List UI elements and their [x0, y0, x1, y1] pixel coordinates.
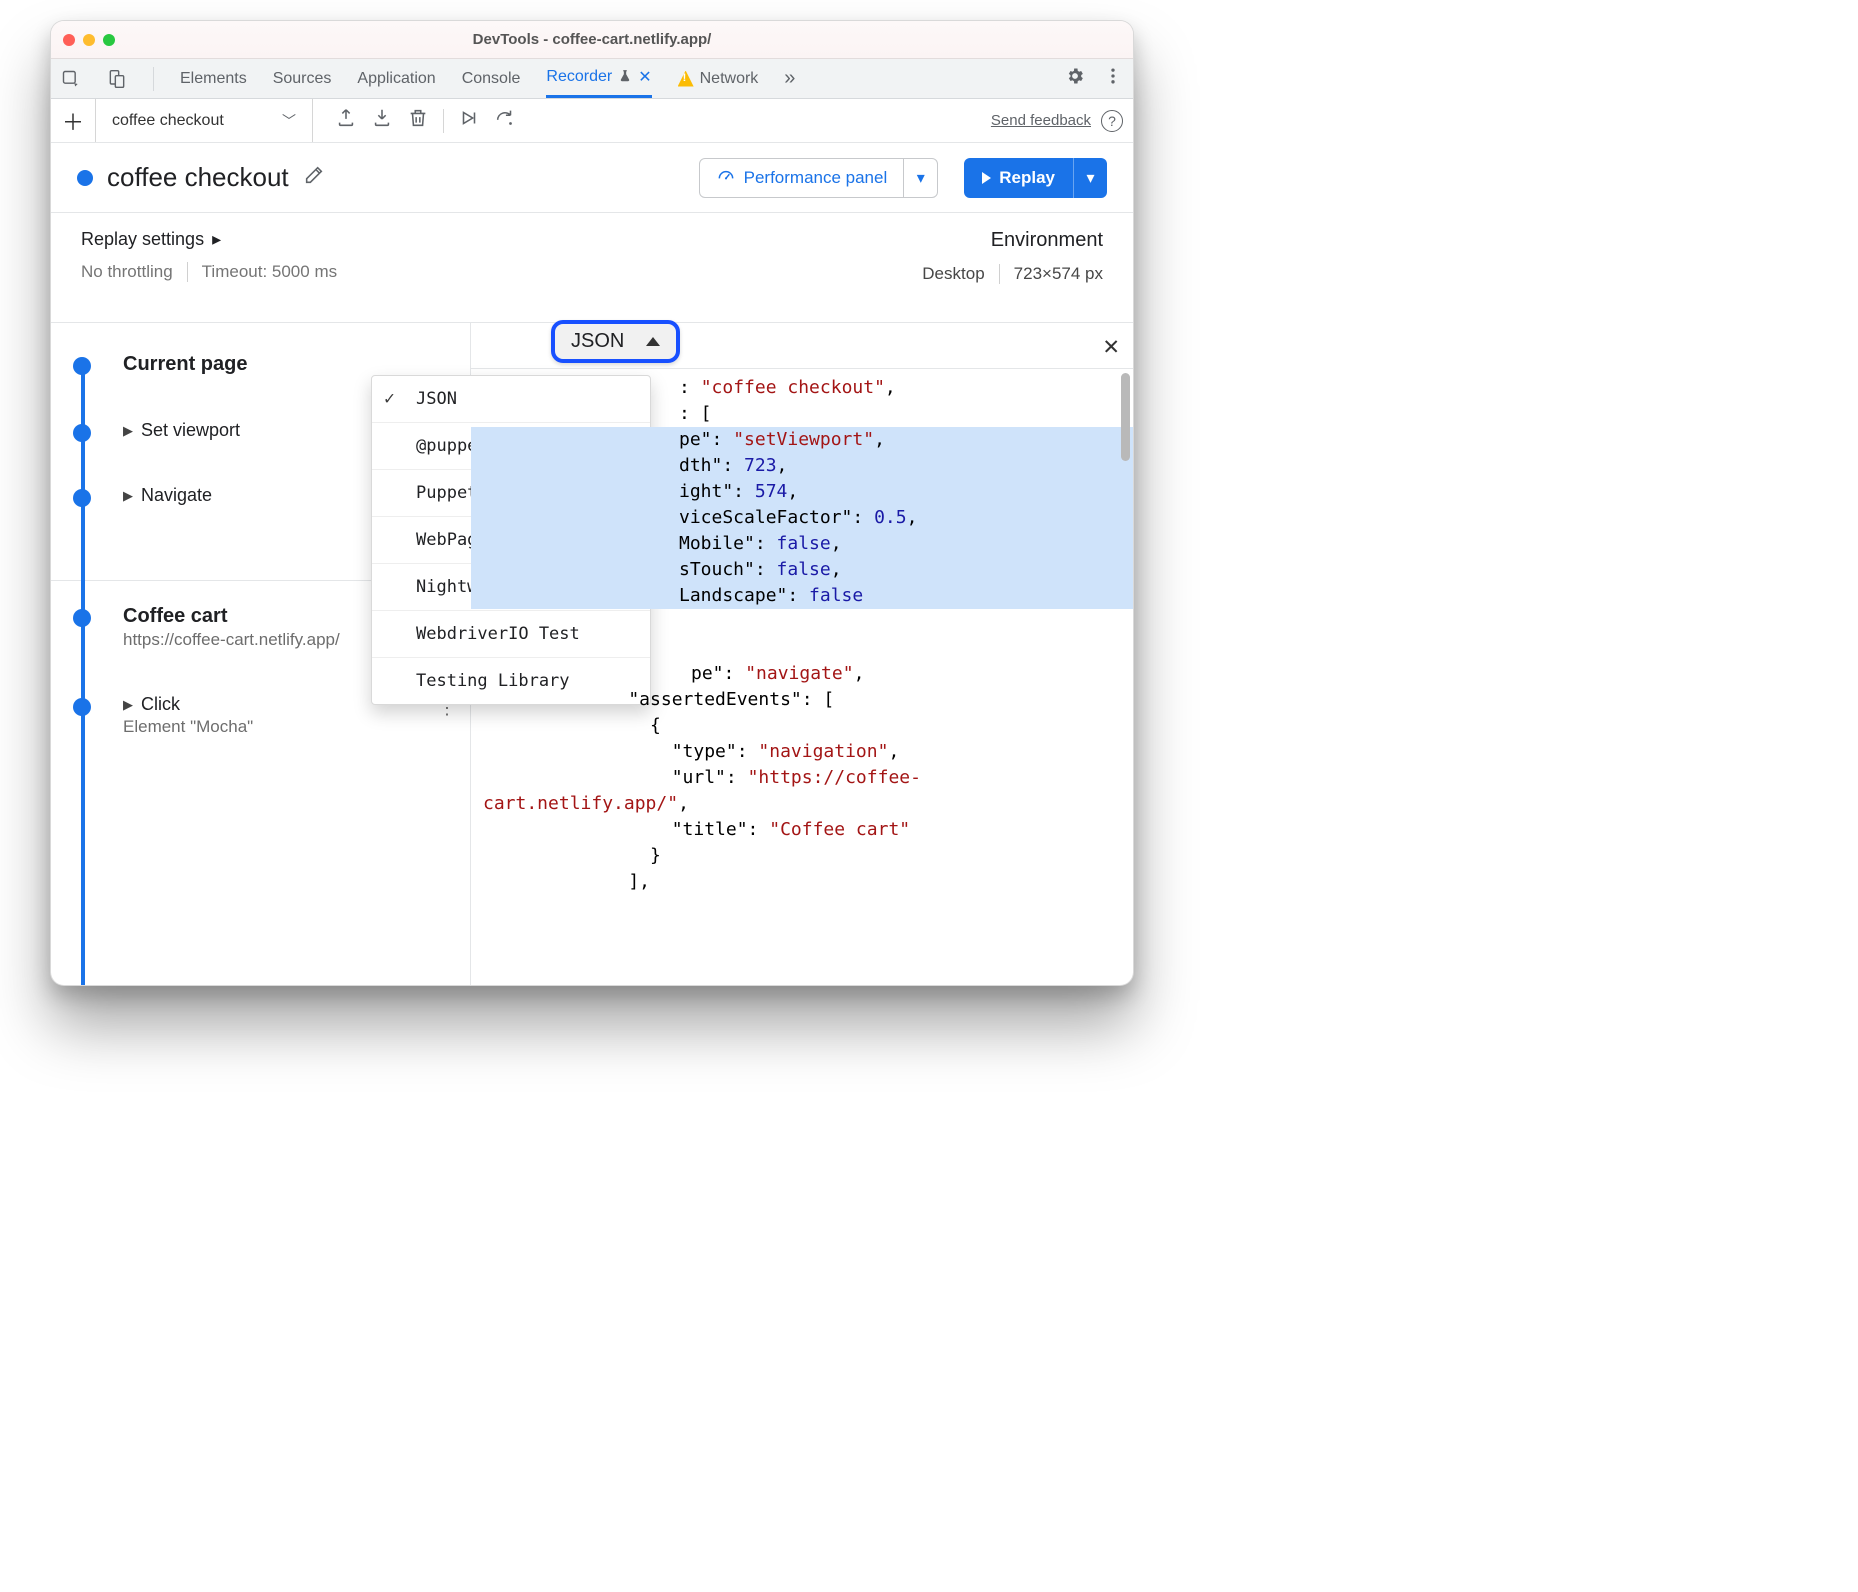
- expand-icon: ▶: [123, 697, 133, 713]
- recording-title: coffee checkout: [107, 162, 289, 193]
- tab-close-icon[interactable]: ✕: [638, 67, 651, 87]
- step-sublabel: Element "Mocha": [123, 717, 456, 737]
- perf-panel-dropdown[interactable]: ▾: [903, 159, 937, 197]
- replay-settings-heading[interactable]: Replay settings▸: [81, 229, 337, 250]
- recording-select[interactable]: coffee checkout ﹀: [95, 99, 313, 142]
- env-device: Desktop: [922, 264, 984, 284]
- device-toggle-icon[interactable]: [107, 69, 127, 89]
- step-label: Current page: [123, 353, 456, 376]
- tab-application[interactable]: Application: [357, 59, 435, 98]
- close-icon[interactable]: ✕: [1103, 333, 1119, 359]
- replay-button[interactable]: Replay ▾: [964, 158, 1107, 198]
- tab-network-label: Network: [700, 70, 759, 88]
- settings-icon[interactable]: [1065, 66, 1085, 91]
- environment-heading: Environment: [991, 229, 1103, 252]
- recording-status-dot: [77, 170, 93, 186]
- warning-icon: [678, 71, 694, 87]
- step-icon[interactable]: [494, 107, 516, 134]
- recorder-toolbar: ＋ coffee checkout ﹀ Send feedback ?: [51, 99, 1133, 143]
- help-icon[interactable]: ?: [1101, 110, 1123, 132]
- window-max[interactable]: [103, 34, 115, 46]
- window-title: DevTools - coffee-cart.netlify.app/: [473, 31, 712, 48]
- gauge-icon: [716, 165, 736, 190]
- flask-icon: [618, 69, 632, 86]
- code-editor[interactable]: : "coffee checkout", : [ pe": "setViewpo…: [471, 369, 1133, 985]
- step-label: Navigate: [141, 485, 212, 506]
- code-pane: ✕ ✓JSON @puppeteer/replay Puppeteer WebP…: [471, 323, 1133, 985]
- step-label: Click: [141, 694, 180, 715]
- expand-icon: ▶: [123, 488, 133, 504]
- recording-select-label: coffee checkout: [112, 112, 224, 130]
- tab-console[interactable]: Console: [462, 59, 521, 98]
- tab-elements[interactable]: Elements: [180, 59, 247, 98]
- delete-icon[interactable]: [407, 107, 429, 134]
- scrollbar[interactable]: [1121, 373, 1130, 461]
- replay-settings-row: Replay settings▸ No throttling Timeout: …: [51, 213, 1133, 323]
- tab-sources[interactable]: Sources: [273, 59, 332, 98]
- tab-recorder-label: Recorder: [546, 68, 612, 86]
- check-icon: ✓: [384, 386, 395, 412]
- window-min[interactable]: [83, 34, 95, 46]
- timeout-value: Timeout: 5000 ms: [202, 262, 337, 282]
- tab-recorder[interactable]: Recorder ✕: [546, 59, 651, 98]
- throttling-value: No throttling: [81, 262, 173, 282]
- new-recording-icon[interactable]: ＋: [61, 105, 85, 137]
- window-close[interactable]: [63, 34, 75, 46]
- expand-icon: ▶: [123, 423, 133, 439]
- chevron-right-icon: ▸: [212, 229, 221, 250]
- edit-icon[interactable]: [303, 164, 325, 191]
- replay-label: Replay: [999, 168, 1055, 188]
- kebab-menu-icon[interactable]: [1103, 66, 1123, 91]
- inspect-icon[interactable]: [61, 69, 81, 89]
- recording-header: coffee checkout Performance panel ▾ Repl…: [51, 143, 1133, 213]
- play-icon: [982, 172, 991, 184]
- replay-dropdown[interactable]: ▾: [1073, 158, 1107, 198]
- step-label: Set viewport: [141, 420, 240, 441]
- perf-panel-label: Performance panel: [744, 168, 888, 188]
- chevron-down-icon: ﹀: [282, 111, 296, 131]
- devtools-tabbar: Elements Sources Application Console Rec…: [51, 59, 1133, 99]
- export-icon[interactable]: [335, 107, 357, 134]
- feedback-link[interactable]: Send feedback: [991, 112, 1091, 129]
- tabs-more-icon[interactable]: »: [784, 67, 795, 90]
- tab-network[interactable]: Network: [678, 59, 759, 98]
- env-size: 723×574 px: [1014, 264, 1103, 284]
- perf-panel-button[interactable]: Performance panel ▾: [699, 158, 939, 198]
- timeline-line: [81, 358, 85, 985]
- step-over-icon[interactable]: [458, 107, 480, 134]
- import-icon[interactable]: [371, 107, 393, 134]
